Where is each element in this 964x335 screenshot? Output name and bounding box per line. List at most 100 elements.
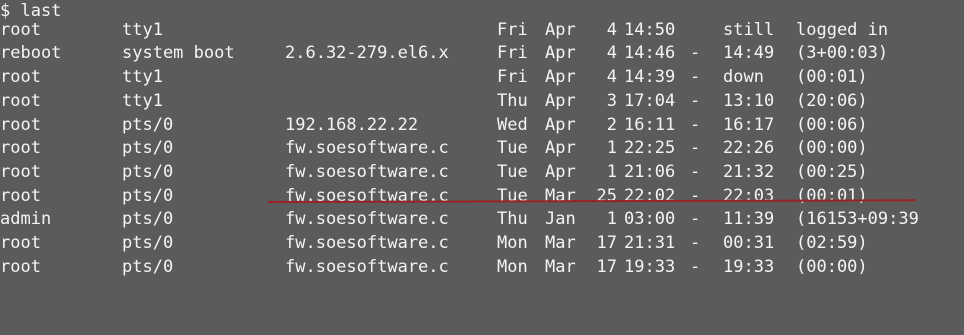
row-month: Apr [545,91,576,111]
row-month: Apr [545,162,576,182]
row-month: Apr [545,67,576,87]
row-separator: - [690,162,701,182]
row-date: 3 [606,91,617,111]
row-login-time: 14:39 [624,67,676,87]
row-day: Thu [497,91,528,111]
row-tty: system boot [122,43,235,63]
row-user: root [0,257,41,277]
row-month: Apr [545,20,576,40]
row-logout-time: 22:26 [723,138,775,158]
row-tty: tty1 [122,91,163,111]
row-date: 25 [596,186,617,206]
row-day: Tue [497,138,528,158]
row-user: root [0,20,41,40]
row-user: root [0,186,41,206]
row-day: Fri [497,67,528,87]
row-date: 17 [596,257,617,277]
row-host: fw.soesoftware.c [285,138,449,158]
row-duration: logged in [796,20,889,40]
row-host: 2.6.32-279.el6.x [285,43,449,63]
row-tty: pts/0 [122,209,174,229]
row-month: Apr [545,43,576,63]
row-month: Jan [545,209,576,229]
row-duration: (00:00) [796,257,868,277]
row-login-time: 14:50 [624,20,676,40]
row-month: Mar [545,233,576,253]
row-day: Tue [497,162,528,182]
row-date: 4 [606,20,617,40]
row-separator: - [690,91,701,111]
row-tty: pts/0 [122,186,174,206]
row-logout-time: down [723,67,764,87]
row-login-time: 22:02 [624,186,676,206]
row-duration: (00:06) [796,115,868,135]
row-separator: - [690,67,701,87]
row-user: root [0,138,41,158]
row-month: Apr [545,138,576,158]
row-duration: (00:01) [796,186,868,206]
row-logout-time: 22:03 [723,186,775,206]
row-host: fw.soesoftware.c [285,186,449,206]
row-date: 1 [606,209,617,229]
row-duration: (3+00:03) [796,43,889,63]
row-day: Mon [497,257,528,277]
row-login-time: 21:06 [624,162,676,182]
row-date: 4 [606,43,617,63]
row-duration: (00:25) [796,162,868,182]
row-month: Mar [545,186,576,206]
row-separator: - [690,115,701,135]
row-duration: (20:06) [796,91,868,111]
row-user: root [0,67,41,87]
row-separator: - [690,186,701,206]
row-logout-time: 14:49 [723,43,775,63]
row-tty: pts/0 [122,138,174,158]
row-date: 2 [606,115,617,135]
row-user: root [0,233,41,253]
row-logout-time: 00:31 [723,233,775,253]
row-duration: (02:59) [796,233,868,253]
row-host: 192.168.22.22 [285,115,419,135]
row-logout-time: 16:17 [723,115,775,135]
row-user: root [0,162,41,182]
terminal-window[interactable]: $ last root tty1 Fri Apr 4 14:50 still logged i… [0,0,964,335]
row-day: Fri [497,20,528,40]
row-login-time: 14:46 [624,43,676,63]
row-host: fw.soesoftware.c [285,257,449,277]
row-separator: - [690,138,701,158]
row-host: fw.soesoftware.c [285,209,449,229]
row-logout-time: still [723,20,775,40]
row-day: Wed [497,115,528,135]
row-date: 1 [606,162,617,182]
row-day: Thu [497,209,528,229]
row-tty: pts/0 [122,162,174,182]
row-tty: pts/0 [122,233,174,253]
row-tty: pts/0 [122,257,174,277]
row-login-time: 19:33 [624,257,676,277]
row-user: reboot [0,43,62,63]
row-tty: pts/0 [122,115,174,135]
row-logout-time: 19:33 [723,257,775,277]
row-day: Mon [497,233,528,253]
row-day: Fri [497,43,528,63]
row-separator: - [690,233,701,253]
row-duration: (16153+09:39 [796,209,919,229]
row-logout-time: 13:10 [723,91,775,111]
row-logout-time: 21:32 [723,162,775,182]
row-login-time: 17:04 [624,91,676,111]
row-date: 4 [606,67,617,87]
row-login-time: 16:11 [624,115,676,135]
row-duration: (00:00) [796,138,868,158]
row-duration: (00:01) [796,67,868,87]
row-month: Apr [545,115,576,135]
row-logout-time: 11:39 [723,209,775,229]
row-user: root [0,115,41,135]
row-host: fw.soesoftware.c [285,233,449,253]
row-user: root [0,91,41,111]
row-month: Mar [545,257,576,277]
row-separator: - [690,257,701,277]
row-separator: - [690,209,701,229]
row-login-time: 03:00 [624,209,676,229]
row-date: 1 [606,138,617,158]
row-tty: tty1 [122,20,163,40]
row-date: 17 [596,233,617,253]
